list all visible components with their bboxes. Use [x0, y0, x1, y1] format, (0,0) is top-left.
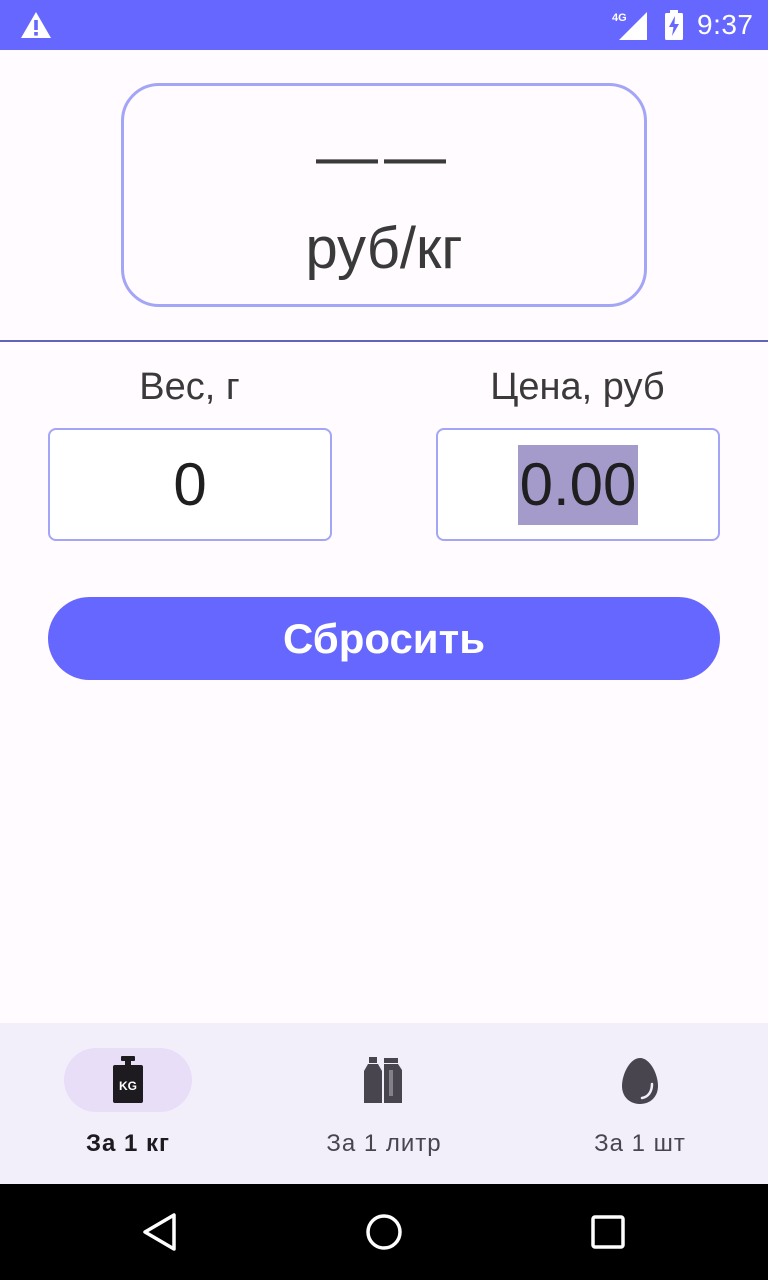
result-card: —— руб/кг	[121, 83, 647, 307]
divider	[0, 340, 768, 342]
weight-input-value: 0	[173, 450, 207, 518]
price-per-unit-value: ——	[316, 122, 452, 191]
nav-label-per-liter: За 1 литр	[326, 1130, 442, 1157]
price-per-unit-label: руб/кг	[305, 216, 463, 281]
nav-item-per-kg[interactable]: KG За 1 кг	[0, 1023, 256, 1184]
reset-button[interactable]: Сбросить	[48, 597, 720, 680]
nav-item-per-piece[interactable]: За 1 шт	[512, 1023, 768, 1184]
signal-icon: 4G	[612, 12, 647, 40]
home-icon[interactable]	[364, 1212, 404, 1252]
warning-icon	[21, 12, 51, 38]
system-navigation-bar	[0, 1184, 768, 1280]
battery-charging-icon	[665, 10, 683, 40]
nav-label-per-kg: За 1 кг	[85, 1130, 171, 1157]
price-input-value: 0.00	[517, 444, 639, 525]
weight-label: Вес, г	[139, 366, 240, 408]
nav-item-per-liter[interactable]: За 1 литр	[256, 1023, 512, 1184]
recents-icon[interactable]	[588, 1212, 628, 1252]
price-input[interactable]: 0.00	[436, 428, 720, 541]
status-time: 9:37	[697, 9, 754, 40]
price-label: Цена, руб	[490, 366, 665, 408]
bottom-navigation: KG За 1 кг За 1 литр За 1 шт	[0, 1023, 768, 1184]
svg-text:4G: 4G	[612, 12, 627, 24]
weight-input[interactable]: 0	[48, 428, 332, 541]
screen: 4G 9:37 —— руб/кг Вес, г 0 Цена, руб 0.0…	[0, 0, 768, 1280]
egg-icon	[622, 1058, 658, 1104]
weight-kg-icon: KG	[113, 1056, 143, 1103]
svg-text:KG: KG	[119, 1079, 137, 1093]
bottles-icon	[364, 1057, 402, 1103]
status-bar: 4G 9:37	[0, 0, 768, 50]
nav-label-per-piece: За 1 шт	[594, 1130, 686, 1157]
back-icon[interactable]	[140, 1212, 180, 1252]
